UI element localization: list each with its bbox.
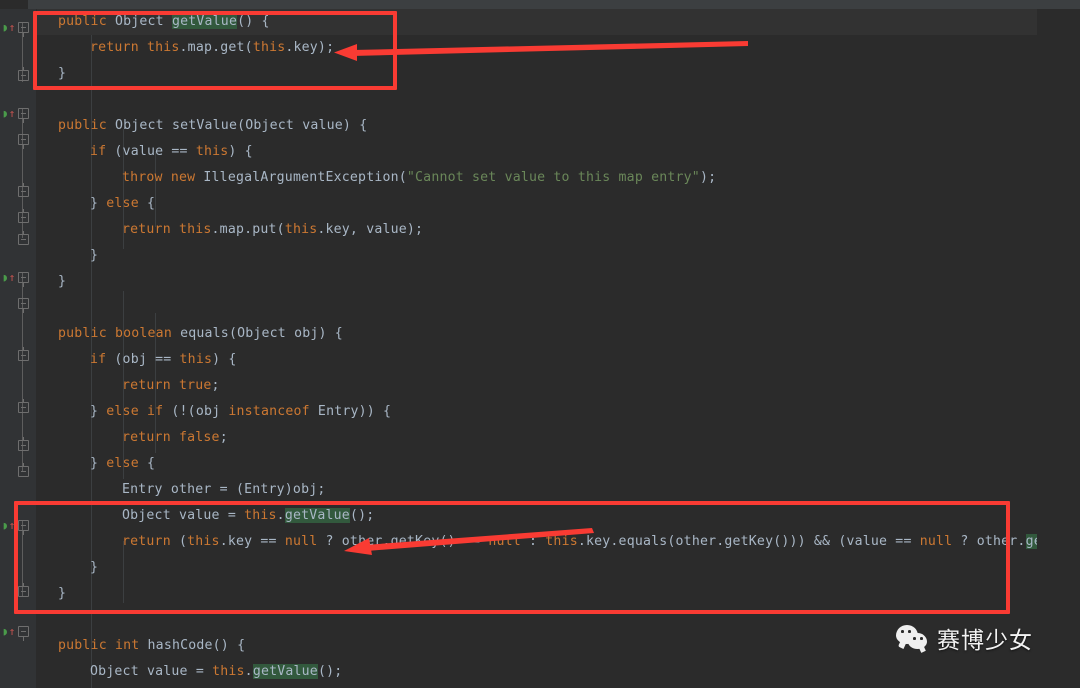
fold-end-elseif-equals[interactable] [18,347,29,361]
code-line[interactable]: return true; [37,373,1037,399]
code-line[interactable]: } else if (!(obj instanceof Entry)) { [37,399,1037,425]
fold-toggle-setvalue[interactable] [18,108,29,123]
code-line[interactable]: Entry other = (Entry)obj; [37,477,1037,503]
screenshot-root: ◗↑ ◗↑ ◗↑ ◗↑ ◗↑ public Object getValue() … [0,0,1080,688]
code-line[interactable]: } else { [37,191,1037,217]
code-line[interactable]: Object value = this.getValue(); [37,659,1037,685]
fold-toggle-equals[interactable] [18,272,29,287]
fold-toggle-getvalue[interactable] [18,22,29,37]
fold-toggle-if-equals[interactable] [18,298,29,313]
code-line[interactable] [37,295,1037,321]
wechat-icon [896,625,930,651]
watermark: 赛博少女 [896,621,1033,655]
code-line[interactable] [37,87,1037,113]
code-line[interactable]: } [37,243,1037,269]
watermark-text: 赛博少女 [937,628,1033,654]
fold-toggle-if-setvalue[interactable] [18,134,29,149]
fold-end-setvalue[interactable] [18,231,29,245]
override-marker-getvalue[interactable]: ◗↑ [2,22,15,34]
override-marker-setvalue[interactable]: ◗↑ [2,108,15,120]
override-marker-hashcode[interactable]: ◗↑ [2,520,15,532]
fold-end-else-equals[interactable] [18,399,29,413]
code-line[interactable]: public int hashCode() { [37,633,1037,659]
annotation-box-hashcode [14,501,1010,614]
fold-end-inner-equals[interactable] [18,437,29,451]
code-line[interactable]: return false; [37,425,1037,451]
editor-right-padding [1037,9,1080,688]
tab-strip-left-notch [0,0,28,9]
code-line[interactable]: } else { [37,451,1037,477]
override-marker-tostring[interactable]: ◗↑ [2,626,15,638]
fold-end-equals[interactable] [18,463,29,477]
code-line[interactable]: throw new IllegalArgumentException("Cann… [37,165,1037,191]
fold-end-getvalue[interactable] [18,67,29,81]
fold-end-else-setvalue[interactable] [18,183,29,197]
code-line[interactable]: public boolean equals(Object obj) { [37,321,1037,347]
override-marker-equals[interactable]: ◗↑ [2,272,15,284]
code-line[interactable]: public Object setValue(Object value) { [37,113,1037,139]
editor-tab-strip [0,0,1080,9]
annotation-box-getvalue [33,11,397,90]
code-line[interactable]: if (value == this) { [37,139,1037,165]
code-line[interactable]: return this.map.put(this.key, value); [37,217,1037,243]
fold-toggle-tostring[interactable] [18,626,29,641]
fold-end-inner-setvalue[interactable] [18,209,29,223]
code-line[interactable]: if (obj == this) { [37,347,1037,373]
code-line[interactable]: } [37,269,1037,295]
